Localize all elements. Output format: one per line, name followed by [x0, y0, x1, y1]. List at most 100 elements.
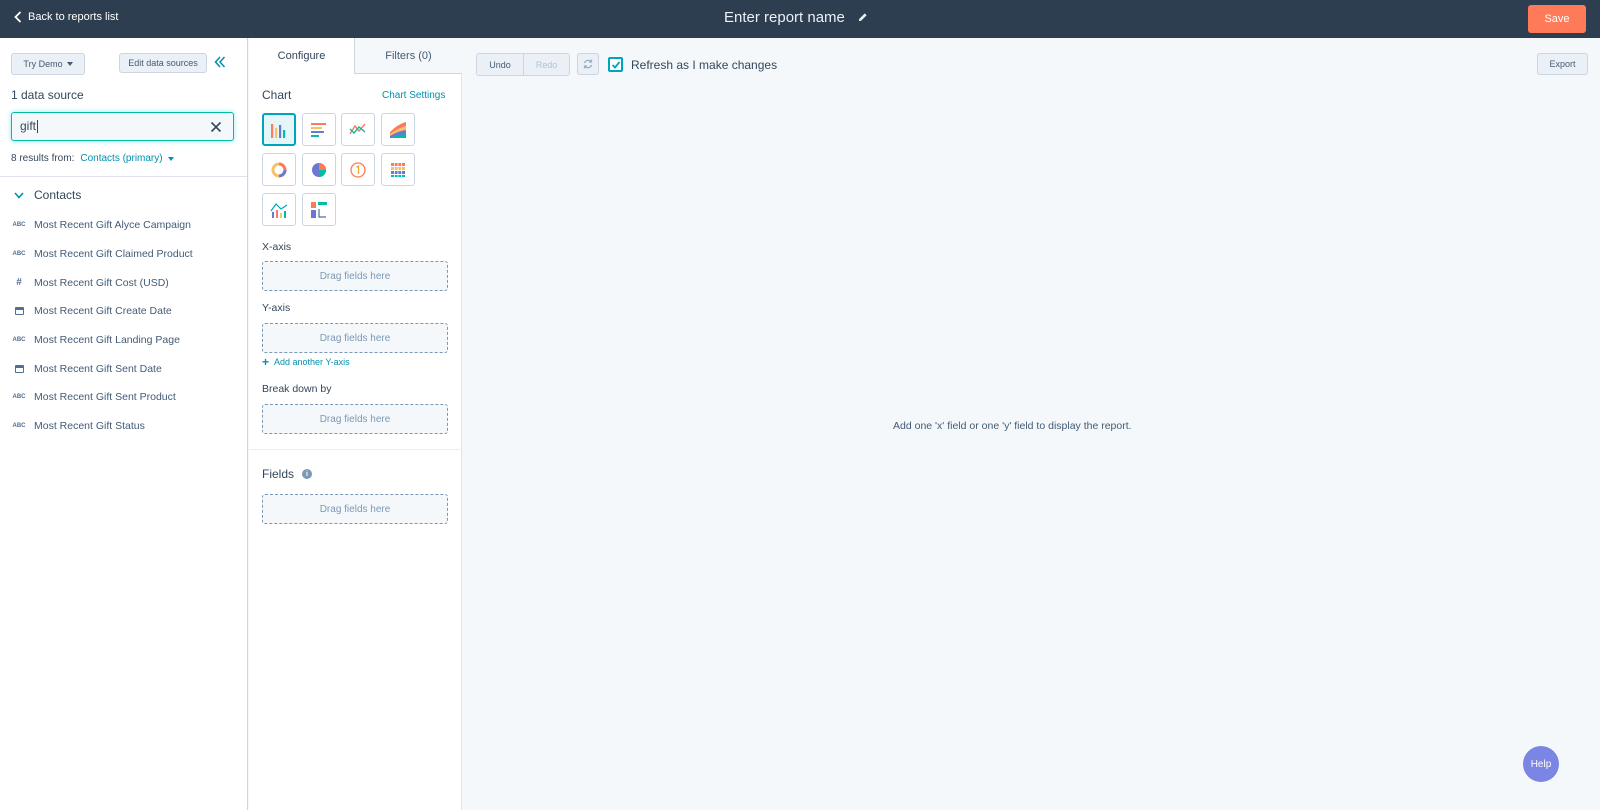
add-y-axis-label: Add another Y-axis [274, 357, 350, 367]
pencil-icon[interactable] [857, 12, 868, 23]
field-label: Most Recent Gift Claimed Product [34, 248, 193, 261]
calendar-icon [14, 364, 24, 373]
caret-down-icon [167, 156, 174, 161]
report-name-title[interactable]: Enter report name [724, 9, 868, 26]
top-bar: Back to reports list Enter report name S… [0, 0, 1600, 38]
results-count: 8 results from: [11, 153, 75, 164]
back-link-label: Back to reports list [28, 11, 119, 23]
summary-chart-button[interactable] [341, 153, 375, 186]
list-item[interactable]: ABC Most Recent Gift Status [12, 412, 193, 441]
field-label: Most Recent Gift Sent Product [34, 391, 176, 404]
list-item[interactable]: ABC Most Recent Gift Claimed Product [12, 240, 193, 269]
export-button[interactable]: Export [1537, 53, 1588, 75]
caret-down-icon [66, 62, 73, 66]
report-name-text: Enter report name [724, 9, 845, 26]
tab-filters[interactable]: Filters (0) [355, 38, 462, 74]
refresh-button[interactable] [577, 53, 599, 75]
pie-chart-button[interactable] [302, 153, 336, 186]
vertical-bar-chart-icon [271, 123, 286, 138]
configure-panel: Configure Filters (0) Chart Chart Settin… [249, 38, 462, 810]
save-button[interactable]: Save [1528, 5, 1586, 33]
text-type-icon: ABC [12, 423, 26, 430]
table-chart-button[interactable] [302, 193, 336, 226]
empty-state-message: Add one 'x' field or one 'y' field to di… [893, 420, 1132, 432]
refresh-icon [583, 59, 593, 69]
donut-chart-icon [271, 162, 287, 177]
field-label: Most Recent Gift Sent Date [34, 362, 162, 375]
double-chevron-left-icon[interactable] [214, 56, 226, 68]
list-item[interactable]: # Most Recent Gift Cost (USD) [14, 268, 193, 297]
list-item[interactable]: Most Recent Gift Sent Date [14, 354, 193, 383]
vertical-bar-chart-button[interactable] [262, 113, 296, 146]
field-label: Most Recent Gift Cost (USD) [34, 276, 169, 289]
try-demo-dropdown[interactable]: Try Demo [11, 53, 85, 75]
field-label: Most Recent Gift Status [34, 420, 145, 433]
back-to-reports-link[interactable]: Back to reports list [14, 11, 118, 23]
refresh-label[interactable]: Refresh as I make changes [631, 58, 777, 72]
breakdown-label: Break down by [262, 383, 332, 395]
data-source-sidebar: Try Demo Edit data sources 1 data source… [0, 38, 248, 810]
field-label: Most Recent Gift Create Date [34, 305, 172, 318]
line-chart-icon [349, 123, 366, 134]
pie-chart-icon [312, 162, 326, 177]
list-item[interactable]: ABC Most Recent Gift Alyce Campaign [12, 211, 193, 240]
breakdown-dropzone[interactable]: Drag fields here [262, 404, 448, 434]
fields-section-header: Fields i [262, 467, 313, 481]
checkmark-icon [611, 60, 620, 69]
results-source-label: Contacts (primary) [80, 153, 163, 164]
list-item[interactable]: Most Recent Gift Create Date [14, 297, 193, 326]
combination-chart-icon [270, 202, 288, 218]
divider [0, 176, 247, 177]
chevron-left-icon [14, 11, 22, 23]
pivot-grid-icon [391, 162, 405, 177]
data-source-count: 1 data source [11, 88, 84, 102]
list-item[interactable]: ABC Most Recent Gift Sent Product [12, 383, 193, 412]
plus-icon: + [262, 355, 270, 369]
field-group-label: Contacts [34, 188, 82, 202]
try-demo-label: Try Demo [23, 59, 63, 69]
line-chart-button[interactable] [341, 113, 375, 146]
chevron-down-icon [14, 191, 24, 199]
tab-configure[interactable]: Configure [249, 38, 355, 74]
text-type-icon: ABC [12, 251, 26, 258]
fields-dropzone[interactable]: Drag fields here [262, 494, 448, 524]
undo-button[interactable]: Undo [477, 54, 523, 75]
x-axis-label: X-axis [262, 241, 292, 253]
field-list: ABC Most Recent Gift Alyce Campaign ABC … [12, 211, 193, 441]
number-type-icon: # [16, 277, 22, 289]
text-type-icon: ABC [12, 337, 26, 344]
results-source-dropdown[interactable]: Contacts (primary) [80, 153, 174, 164]
help-button[interactable]: Help [1523, 746, 1559, 782]
info-icon[interactable]: i [302, 469, 313, 479]
horizontal-bar-chart-button[interactable] [302, 113, 336, 146]
report-canvas: Undo Redo Refresh as I make changes Expo… [463, 38, 1600, 810]
x-axis-dropzone[interactable]: Drag fields here [262, 261, 448, 291]
undo-redo-group: Undo Redo [476, 53, 570, 76]
list-item[interactable]: ABC Most Recent Gift Landing Page [12, 326, 193, 355]
y-axis-dropzone[interactable]: Drag fields here [262, 323, 448, 353]
fields-label: Fields [262, 467, 295, 481]
divider [249, 449, 462, 450]
field-group-contacts[interactable]: Contacts [14, 188, 81, 202]
table-layout-icon [311, 201, 327, 218]
chart-settings-link[interactable]: Chart Settings [382, 90, 445, 101]
combination-chart-button[interactable] [262, 193, 296, 226]
refresh-checkbox[interactable] [608, 57, 623, 72]
area-chart-button[interactable] [381, 113, 415, 146]
field-search-input[interactable]: gift [11, 112, 234, 141]
redo-button[interactable]: Redo [523, 54, 569, 75]
text-type-icon: ABC [12, 394, 26, 401]
clear-search-icon[interactable] [210, 121, 222, 133]
text-type-icon: ABC [12, 222, 26, 229]
donut-chart-button[interactable] [262, 153, 296, 186]
summary-number-icon [350, 161, 366, 178]
area-chart-icon [390, 121, 406, 138]
chart-section-label: Chart [262, 88, 292, 102]
field-label: Most Recent Gift Landing Page [34, 334, 180, 347]
search-results-summary: 8 results from: Contacts (primary) [11, 153, 174, 164]
edit-data-sources-button[interactable]: Edit data sources [119, 53, 207, 73]
add-y-axis-link[interactable]: + Add another Y-axis [262, 355, 350, 369]
y-axis-label: Y-axis [262, 302, 291, 314]
pivot-table-button[interactable] [381, 153, 415, 186]
config-tabs: Configure Filters (0) [249, 38, 462, 74]
